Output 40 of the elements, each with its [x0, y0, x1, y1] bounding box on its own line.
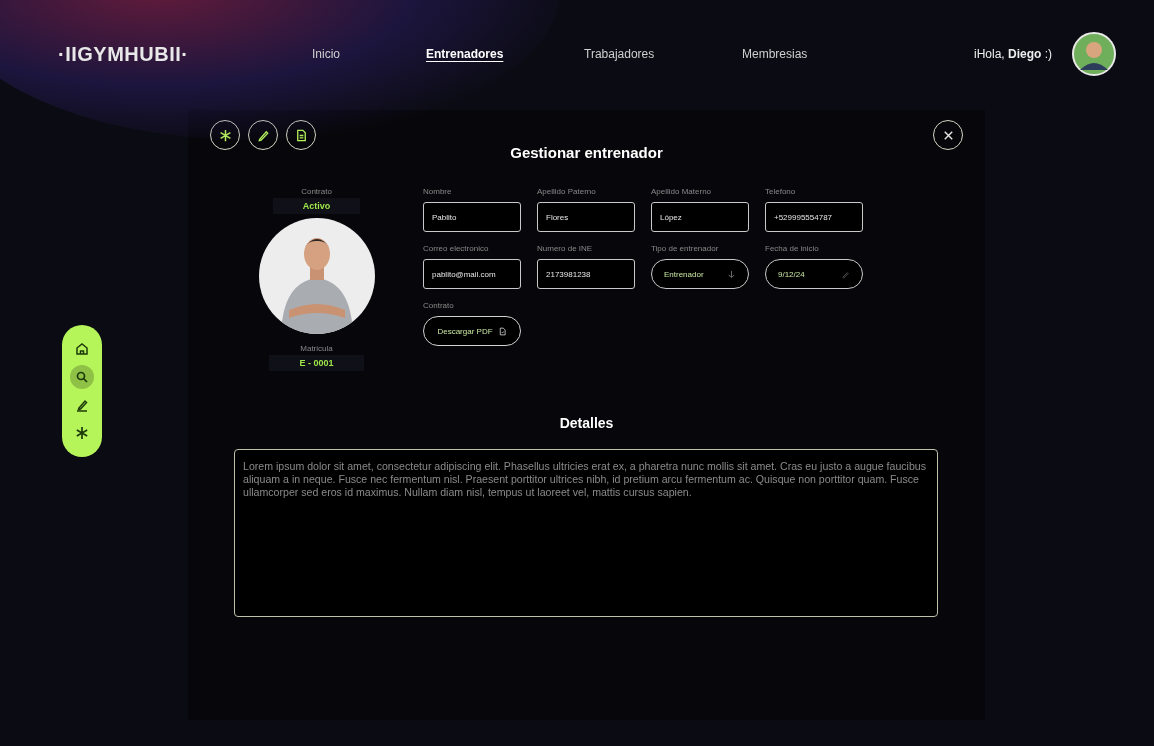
nav-link[interactable]: Trabajadores [584, 47, 742, 61]
nav-link[interactable]: Inicio [312, 47, 426, 61]
contract-file-label: Contrato [423, 301, 455, 310]
field-label: Telefono [765, 187, 797, 196]
sidebar-button[interactable] [70, 365, 94, 389]
download-button[interactable]: Descargar PDF [423, 316, 521, 346]
home-icon [74, 341, 90, 357]
details-title: Detalles [558, 415, 615, 431]
id-label: Matricula [300, 344, 333, 353]
arrow-down-icon [727, 269, 736, 279]
input-field[interactable]: +529995554787 [765, 202, 863, 232]
input-field[interactable]: 2173981238 [537, 259, 635, 289]
field-label: Tipo de entrenador [651, 244, 720, 253]
date-field[interactable]: 9/12/24 [765, 259, 863, 289]
avatar[interactable] [1072, 32, 1116, 76]
field-label: Correo electronico [423, 244, 490, 253]
input-field[interactable]: pablito@mail.com [423, 259, 521, 289]
field-label: Apellido Materno [651, 187, 713, 196]
contract-label: Contrato [301, 187, 332, 196]
id-value: E - 0001 [269, 355, 364, 371]
field-label: Numero de INE [537, 244, 594, 253]
details-text-area[interactable]: Lorem ipsum dolor sit amet, consectetur adipiscing elit. Phasellus ultricies erat ex, a pharetra nunc mollis sit amet. Cras eu justo a augue faucibus aliquam a in neque. Fusce nec fermentum nisl. Praesent porttitor ultrices nibh, id pretium arcu fermentum ac. Quisque non porttitor quam. Fusce ullamcorper sed eros id maximus. Nullam diam nisl, tempus ut laoreet vel, mattis cursus sapien. [234, 449, 938, 617]
field-label: Apellido Paterno [537, 187, 597, 196]
nav-link[interactable]: Entrenadores [426, 47, 584, 61]
field-label: Fecha de inicio [765, 244, 820, 253]
modal-title: Gestionar entrenador [509, 144, 664, 161]
field-label: Nombre [423, 187, 453, 196]
input-field[interactable]: Flores [537, 202, 635, 232]
nav-link[interactable]: Membresias [742, 47, 900, 61]
greeting: iHola, Diego :) [973, 47, 1052, 61]
contract-status: Activo [272, 198, 361, 214]
logo[interactable]: ·IIGYMHUBII· [58, 42, 268, 66]
snowflake-icon [74, 425, 90, 441]
input-field[interactable]: Pablito [423, 202, 521, 232]
edit-icon [74, 397, 90, 413]
pencil-icon [841, 269, 850, 279]
dropdown[interactable]: Entrenador [651, 259, 749, 289]
document-icon [497, 326, 507, 336]
search-icon [74, 369, 90, 385]
input-field[interactable]: López [651, 202, 749, 232]
